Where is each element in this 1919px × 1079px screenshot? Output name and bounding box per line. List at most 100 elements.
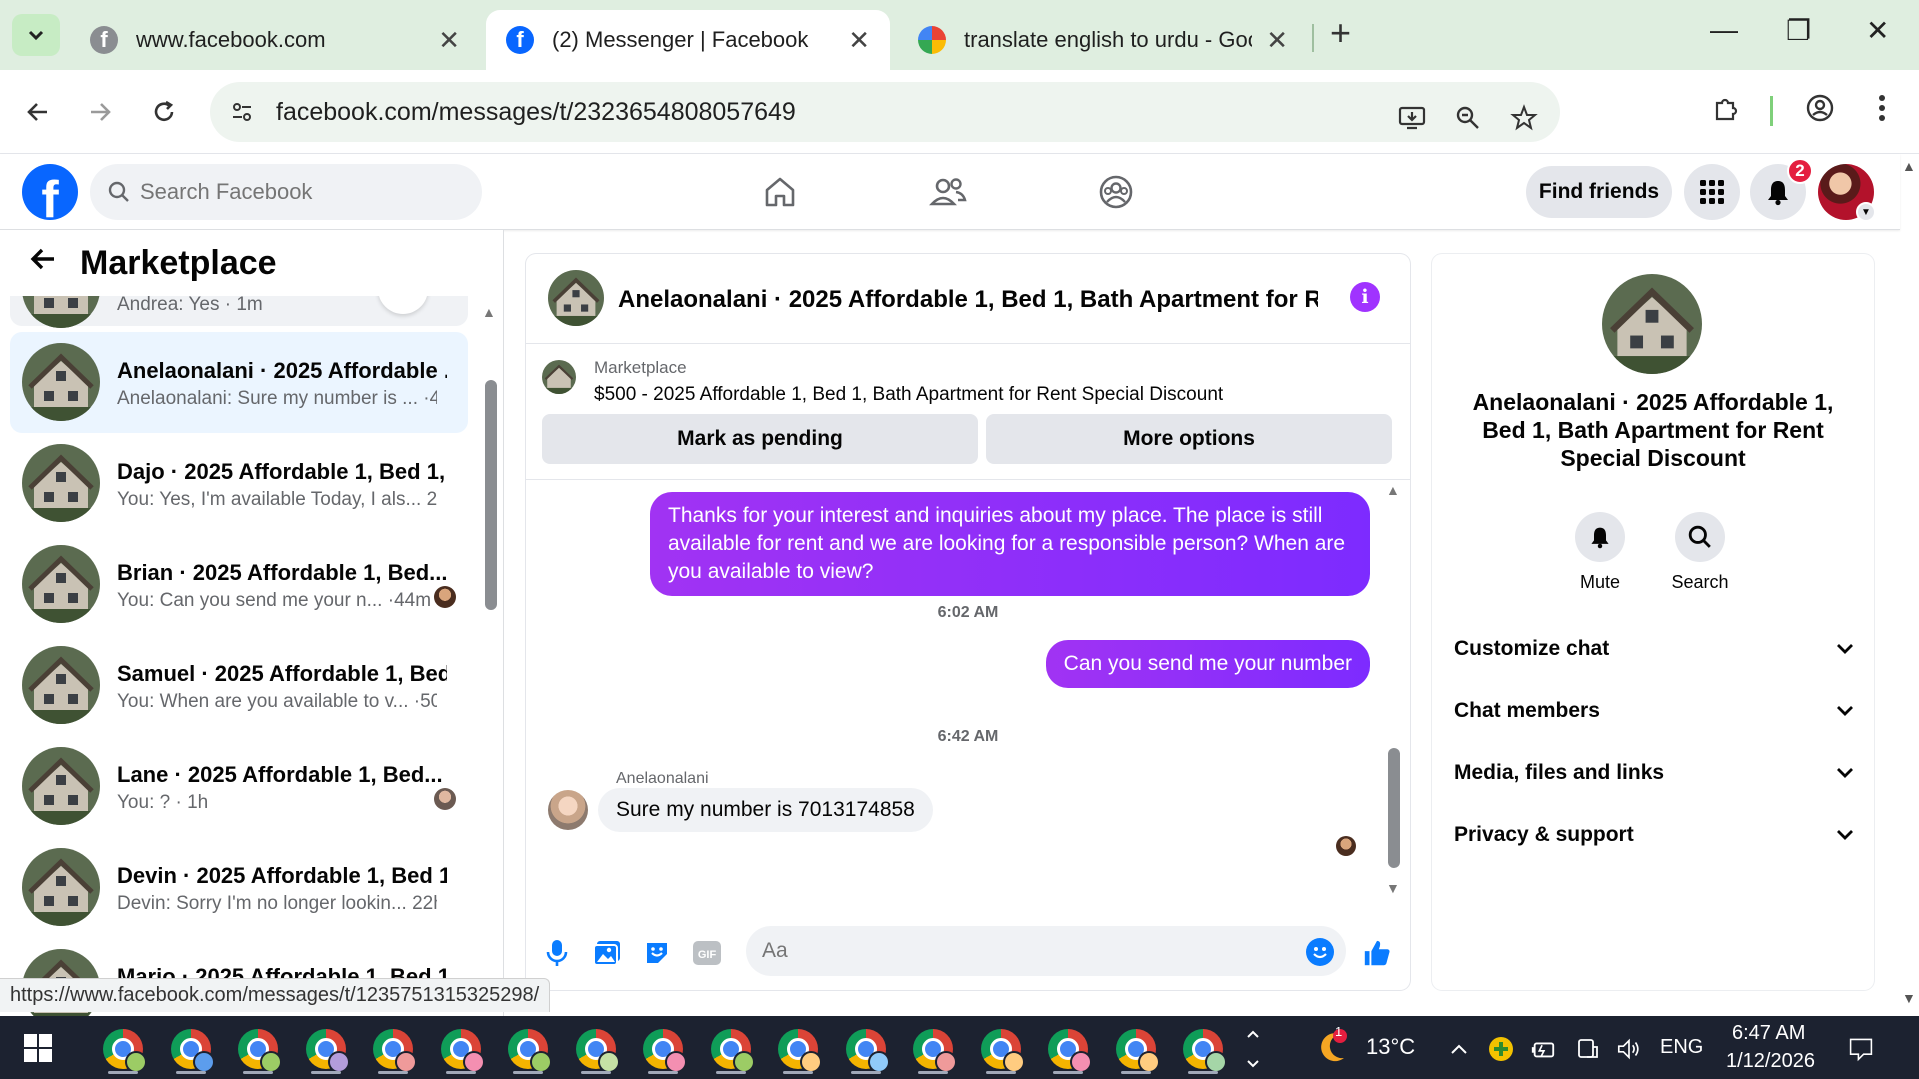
home-nav-button[interactable]: [758, 170, 802, 214]
close-icon[interactable]: ✕: [848, 25, 870, 56]
zoom-icon[interactable]: [1450, 100, 1486, 136]
page-scroll-up-arrow[interactable]: ▲: [1902, 158, 1916, 174]
site-info-icon[interactable]: [222, 92, 262, 132]
battery-icon[interactable]: [1530, 1036, 1556, 1062]
taskbar-chrome-icon[interactable]: [1043, 1024, 1093, 1074]
tab-search-button[interactable]: [12, 14, 60, 56]
volume-icon[interactable]: [1616, 1036, 1642, 1062]
taskbar-chrome-icon[interactable]: [908, 1024, 958, 1074]
search-in-chat-button[interactable]: Search: [1660, 512, 1740, 593]
extensions-icon[interactable]: [1706, 88, 1746, 128]
photo-icon[interactable]: [592, 938, 622, 968]
taskbar-chrome-icon[interactable]: [368, 1024, 418, 1074]
sender-avatar[interactable]: [548, 790, 588, 830]
chat-row-devin[interactable]: Devin · 2025 Affordable 1, Bed 1... Devi…: [10, 837, 468, 938]
incoming-message[interactable]: Sure my number is 7013174858: [598, 788, 933, 832]
scroll-down-arrow[interactable]: ▼: [1386, 880, 1400, 896]
info-icon[interactable]: i: [1350, 282, 1380, 312]
search-input[interactable]: [140, 179, 460, 205]
listing-photo[interactable]: [548, 270, 604, 326]
chat-row-dajo[interactable]: Dajo · 2025 Affordable 1, Bed 1, ... You…: [10, 433, 468, 534]
listing-title[interactable]: $500 - 2025 Affordable 1, Bed 1, Bath Ap…: [594, 384, 1223, 406]
account-icon[interactable]: [1800, 88, 1840, 128]
chat-row-lane[interactable]: Lane · 2025 Affordable 1, Bed... You: ? …: [10, 736, 468, 837]
privacy-support-section[interactable]: Privacy & support: [1454, 810, 1854, 860]
more-options-button[interactable]: More options: [986, 414, 1392, 464]
gif-icon[interactable]: GIF: [692, 938, 722, 968]
temperature[interactable]: 13°C: [1366, 1034, 1415, 1060]
listing-thumbnail[interactable]: [542, 360, 576, 394]
scroll-up-arrow[interactable]: ▲: [482, 304, 496, 320]
browser-menu-icon[interactable]: [1862, 88, 1902, 128]
find-friends-button[interactable]: Find friends: [1526, 166, 1672, 218]
windows-start-button[interactable]: [24, 1034, 52, 1062]
chat-row-samuel[interactable]: Samuel · 2025 Affordable 1, Bed... You: …: [10, 635, 468, 736]
thumbs-up-icon[interactable]: [1362, 938, 1392, 968]
notification-center-icon[interactable]: [1848, 1036, 1874, 1062]
facebook-logo[interactable]: f: [22, 164, 78, 220]
back-button[interactable]: [16, 90, 60, 134]
taskbar-chrome-icon[interactable]: [706, 1024, 756, 1074]
window-close-button[interactable]: ✕: [1866, 14, 1889, 47]
chevron-down-icon[interactable]: ▼: [1856, 202, 1876, 222]
outgoing-message[interactable]: Thanks for your interest and inquiries a…: [650, 492, 1370, 596]
media-files-links-section[interactable]: Media, files and links: [1454, 748, 1854, 798]
clock-time[interactable]: 6:47 AM: [1732, 1022, 1805, 1045]
forward-button[interactable]: [78, 90, 122, 134]
message-input[interactable]: [762, 939, 1282, 963]
taskbar-chrome-icon[interactable]: [1111, 1024, 1161, 1074]
customize-chat-section[interactable]: Customize chat: [1454, 624, 1854, 674]
bookmark-star-icon[interactable]: [1506, 100, 1542, 136]
emoji-icon[interactable]: [1306, 938, 1334, 966]
taskbar-chrome-icon[interactable]: [1178, 1024, 1228, 1074]
back-arrow-icon[interactable]: [28, 244, 58, 283]
restore-button[interactable]: ❐: [1786, 14, 1811, 47]
scroll-up-arrow[interactable]: ▲: [1386, 482, 1400, 498]
reload-button[interactable]: [142, 90, 186, 134]
clock-date[interactable]: 1/12/2026: [1726, 1050, 1815, 1073]
language-indicator[interactable]: ENG: [1660, 1036, 1703, 1059]
taskbar-chrome-icon[interactable]: [166, 1024, 216, 1074]
groups-nav-button[interactable]: [1094, 170, 1138, 214]
chat-row-brian[interactable]: Brian · 2025 Affordable 1, Bed... You: C…: [10, 534, 468, 635]
conversation-scrollbar[interactable]: [1388, 748, 1400, 868]
weather-icon[interactable]: [1310, 1028, 1350, 1068]
chat-row-anelaonalani[interactable]: Anelaonalani · 2025 Affordable ... Anela…: [10, 332, 468, 433]
listing-photo[interactable]: [1602, 274, 1702, 374]
taskbar-chrome-icon[interactable]: [773, 1024, 823, 1074]
taskbar-chrome-icon[interactable]: [233, 1024, 283, 1074]
mark-as-pending-button[interactable]: Mark as pending: [542, 414, 978, 464]
conversation-title[interactable]: Anelaonalani · 2025 Affordable 1, Bed 1,…: [618, 286, 1318, 314]
sticker-icon[interactable]: [642, 938, 672, 968]
taskbar-chrome-icon[interactable]: [436, 1024, 486, 1074]
address-bar[interactable]: facebook.com/messages/t/2323654808057649: [210, 82, 1560, 142]
taskbar-scroll-arrows[interactable]: [1240, 1030, 1266, 1068]
minimize-button[interactable]: —: [1710, 14, 1738, 46]
taskbar-chrome-icon[interactable]: [98, 1024, 148, 1074]
chevron-up-icon[interactable]: [1446, 1036, 1472, 1062]
tab-google[interactable]: translate english to urdu - Goo ✕: [898, 10, 1308, 70]
mute-button[interactable]: Mute: [1560, 512, 1640, 593]
message-input-box[interactable]: [746, 926, 1346, 976]
taskbar-chrome-icon[interactable]: [301, 1024, 351, 1074]
app-tray-icon[interactable]: [1488, 1036, 1514, 1062]
microphone-icon[interactable]: [542, 938, 572, 968]
page-scroll-down-arrow[interactable]: ▼: [1902, 990, 1916, 1006]
chat-members-section[interactable]: Chat members: [1454, 686, 1854, 736]
taskbar-chrome-icon[interactable]: [976, 1024, 1026, 1074]
taskbar-chrome-icon[interactable]: [503, 1024, 553, 1074]
menu-button[interactable]: [1684, 164, 1740, 220]
taskbar-chrome-icon[interactable]: [638, 1024, 688, 1074]
chat-list-scrollbar[interactable]: [485, 380, 497, 610]
network-icon[interactable]: [1574, 1036, 1600, 1062]
close-icon[interactable]: ✕: [438, 25, 460, 56]
install-app-icon[interactable]: [1394, 100, 1430, 136]
close-icon[interactable]: ✕: [1266, 25, 1288, 56]
facebook-search[interactable]: [90, 164, 482, 220]
taskbar-chrome-icon[interactable]: [841, 1024, 891, 1074]
tab-messenger[interactable]: f (2) Messenger | Facebook ✕: [486, 10, 890, 70]
new-tab-button[interactable]: +: [1330, 12, 1351, 54]
outgoing-message[interactable]: Can you send me your number: [1045, 640, 1370, 688]
tab-facebook[interactable]: f www.facebook.com ✕: [70, 10, 480, 70]
taskbar-chrome-icon[interactable]: [571, 1024, 621, 1074]
